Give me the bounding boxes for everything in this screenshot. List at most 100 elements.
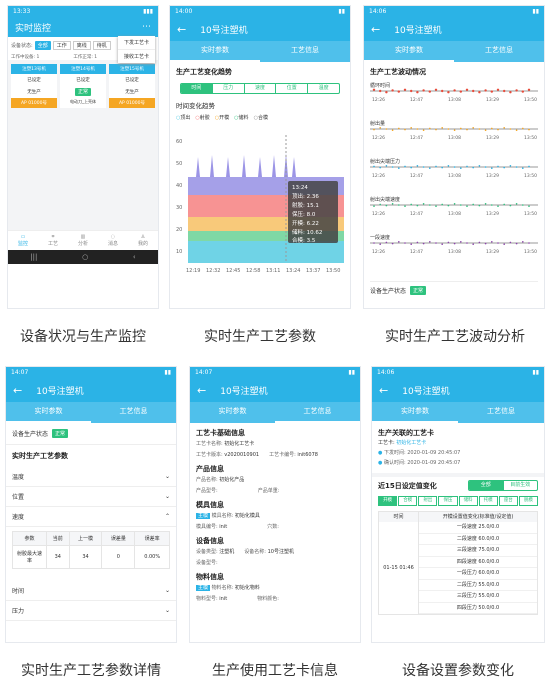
back-arrow-icon[interactable]: ←	[177, 23, 186, 36]
track-point	[447, 128, 450, 130]
group-speed[interactable]: 速度 ⌃	[6, 507, 176, 527]
machine-title: 注塑14号机	[60, 64, 106, 74]
group-time[interactable]: 时间 ⌄	[6, 581, 176, 601]
track-point	[373, 205, 375, 207]
track-point	[496, 88, 500, 91]
caption-1: 设备状况与生产监控	[20, 329, 146, 345]
track-point	[528, 165, 530, 168]
x-tick: 13:29	[486, 135, 499, 141]
back-arrow-icon[interactable]: ←	[13, 384, 22, 397]
track-point	[528, 128, 530, 131]
filter-all[interactable]: 全部	[34, 41, 51, 50]
menu-nav-icon[interactable]: |||	[30, 253, 37, 261]
track-point	[453, 166, 456, 168]
track-point	[503, 203, 505, 206]
more-icon[interactable]: ⋯	[142, 22, 151, 32]
track-point	[465, 88, 469, 91]
track-point	[391, 129, 394, 131]
back-arrow-icon[interactable]: ←	[197, 384, 206, 397]
section-title: 实时生产工艺参数	[12, 452, 68, 460]
clock: 14:06	[369, 8, 387, 15]
tab-process[interactable]: ⌗ 工艺	[48, 234, 58, 247]
back-nav-icon[interactable]: ‹	[133, 253, 136, 261]
tab-monitor[interactable]: ▭ 监控	[18, 234, 28, 247]
signal-icon: ▮▮▮	[143, 8, 153, 15]
clock: 14:00	[175, 8, 193, 15]
tab-analysis[interactable]: ▥ 分析	[78, 234, 88, 247]
tab-realtime[interactable]: 实时参数	[6, 402, 91, 423]
seg-effective[interactable]: 目前生效	[504, 481, 538, 490]
menu-item-dispatch[interactable]: 下发工艺卡	[117, 36, 155, 50]
home-nav-icon[interactable]: ○	[82, 253, 88, 261]
menu-item-receive[interactable]: 接收工艺卡	[118, 50, 155, 63]
track-point	[422, 166, 425, 168]
machine-card[interactable]: 注塑13号机 已设定 无生产 AP 01000号	[11, 64, 57, 108]
seg-temperature[interactable]: 温度	[308, 84, 339, 93]
back-arrow-icon[interactable]: ←	[371, 23, 380, 36]
track-point	[478, 128, 481, 130]
trend-chart[interactable]: 605040302010 13:24顶出: 2.36射胶: 15.1保压: 8.…	[176, 125, 344, 275]
track-point	[509, 204, 512, 207]
status-badge: 正常	[52, 429, 69, 438]
machine-card[interactable]: 注塑14号机 已设定 正常 电动刀_上壳体	[60, 64, 106, 108]
tab-realtime[interactable]: 实时参数	[364, 41, 454, 62]
seg-all[interactable]: 全部	[469, 481, 504, 490]
category-tab[interactable]: 托模	[478, 496, 498, 506]
machine-card[interactable]: 注塑15号机 已设定 无生产 AP 01000号	[109, 64, 155, 108]
time-cell: 01-15 01:46	[379, 522, 419, 614]
group-position[interactable]: 位置 ⌄	[6, 487, 176, 507]
tab-process-info[interactable]: 工艺信息	[91, 402, 176, 423]
machine-cards: 注塑13号机 已设定 无生产 AP 01000号 注塑14号机 已设定 正常 电…	[8, 60, 158, 112]
seg-pressure[interactable]: 压力	[213, 84, 245, 93]
tab-process-info[interactable]: 工艺信息	[454, 41, 544, 62]
group-temperature[interactable]: 温度 ⌄	[6, 467, 176, 487]
seg-speed[interactable]: 速度	[245, 84, 277, 93]
category-tab[interactable]: 储料	[458, 496, 478, 506]
track-point	[472, 243, 474, 245]
track-point	[447, 204, 450, 207]
track-point	[497, 242, 499, 244]
tab-realtime[interactable]: 实时参数	[372, 402, 458, 423]
tab-process-info[interactable]: 工艺信息	[458, 402, 544, 423]
track-point	[478, 91, 481, 94]
back-arrow-icon[interactable]: ←	[379, 384, 388, 397]
category-tab[interactable]: 射出	[418, 496, 438, 506]
group-pressure[interactable]: 压力 ⌄	[6, 601, 176, 621]
seg-position[interactable]: 位置	[276, 84, 309, 93]
track-point	[372, 88, 376, 91]
tab-mine[interactable]: ♙ 我的	[138, 234, 148, 247]
category-tab[interactable]: 脱模	[518, 496, 538, 506]
tab-bar: 实时参数 工艺信息	[6, 402, 176, 423]
filter-working[interactable]: 工作	[52, 41, 71, 50]
tab-realtime[interactable]: 实时参数	[170, 41, 260, 62]
category-tab[interactable]: 座台	[498, 496, 518, 506]
tab-process-info[interactable]: 工艺信息	[275, 402, 360, 423]
caption-6: 设备设置参数变化	[402, 663, 514, 679]
nav-bar: ← 10号注塑机	[364, 17, 544, 41]
category-tab[interactable]: 合模	[398, 496, 418, 506]
track-point	[478, 241, 481, 244]
tooltip-line: 储料: 10.62	[292, 228, 322, 236]
phone-realtime-params: 14:00 ▮▮ ← 10号注塑机 实时参数 工艺信息 生产工艺变化趋势 时间 压力 速度…	[170, 6, 350, 308]
fluctuation-chart[interactable]: 循环时间 12:26 12:47 13:08 13:29 13:50 射出量 12:26 12:…	[370, 77, 538, 277]
category-tab[interactable]: 开模	[378, 496, 398, 506]
tab-message[interactable]: ◌ 消息	[108, 234, 118, 247]
category-tab[interactable]: 保压	[438, 496, 458, 506]
x-tick: 12:45	[226, 268, 240, 274]
filter-offline[interactable]: 离线	[72, 41, 91, 50]
track-point	[522, 241, 524, 243]
info-line: 工艺卡名称: 初始化工艺卡	[196, 441, 255, 447]
time-line: ● 确认时间: 2020-01-09 20:45:07	[378, 460, 461, 466]
tab-bar: 实时参数 工艺信息	[372, 402, 544, 423]
seg-time[interactable]: 时间	[181, 84, 213, 93]
track-point	[398, 241, 400, 243]
tooltip-line: 保压: 8.0	[292, 210, 316, 218]
track-point	[472, 203, 474, 206]
filter-standby[interactable]: 待机	[92, 41, 111, 50]
x-tick: 12:26	[372, 135, 385, 141]
track-point	[522, 127, 524, 130]
tab-realtime[interactable]: 实时参数	[190, 402, 275, 423]
status-label: 设备生产状态	[370, 288, 407, 295]
track-point	[429, 204, 431, 206]
tab-process-info[interactable]: 工艺信息	[260, 41, 350, 62]
